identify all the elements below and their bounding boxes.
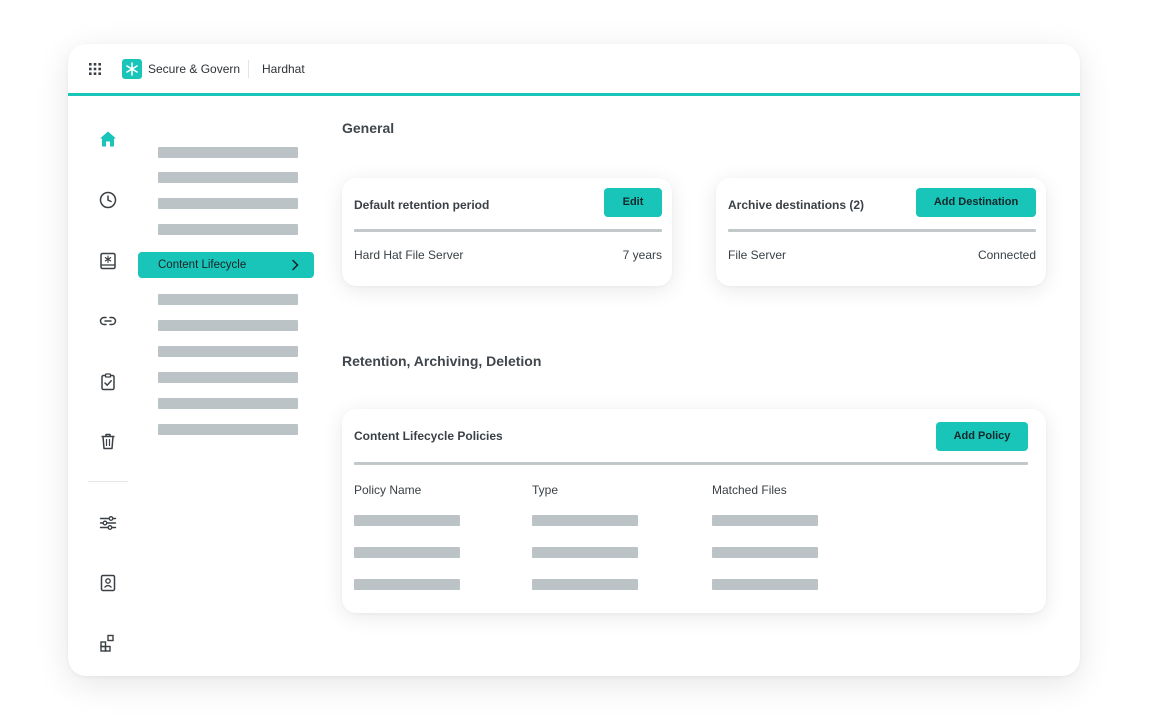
nav-item-placeholder[interactable] <box>158 398 298 409</box>
nav-item-placeholder[interactable] <box>158 224 298 235</box>
nav-item-placeholder[interactable] <box>158 172 298 183</box>
section-title-retention: Retention, Archiving, Deletion <box>342 353 542 369</box>
cell-placeholder <box>354 579 460 590</box>
repository-icon[interactable] <box>97 250 119 272</box>
card-title: Content Lifecycle Policies <box>354 429 503 443</box>
cell-placeholder <box>712 515 818 526</box>
cell-placeholder <box>532 547 638 558</box>
brand-logo-icon <box>122 59 142 79</box>
chevron-right-icon <box>292 259 299 271</box>
card-divider <box>354 229 662 232</box>
nav-item-placeholder[interactable] <box>158 147 298 158</box>
org-name[interactable]: Hardhat <box>262 62 305 76</box>
edit-button[interactable]: Edit <box>604 188 662 217</box>
cell-placeholder <box>354 547 460 558</box>
add-policy-button[interactable]: Add Policy <box>936 422 1028 451</box>
card-title: Archive destinations (2) <box>728 198 865 212</box>
column-header-type[interactable]: Type <box>532 483 558 497</box>
cell-placeholder <box>354 515 460 526</box>
clipboard-check-icon[interactable] <box>97 371 119 393</box>
cell-placeholder <box>532 515 638 526</box>
rail-divider <box>88 481 128 482</box>
nav-item-placeholder[interactable] <box>158 320 298 331</box>
nav-item-placeholder[interactable] <box>158 294 298 305</box>
cell-placeholder <box>712 579 818 590</box>
retention-period: 7 years <box>622 248 662 262</box>
link-icon[interactable] <box>97 310 119 332</box>
retention-source: Hard Hat File Server <box>354 248 464 262</box>
archive-destinations-card: Archive destinations (2) Add Destination… <box>716 178 1046 286</box>
section-title-general: General <box>342 120 395 136</box>
sliders-icon[interactable] <box>97 512 119 534</box>
column-header-matched-files[interactable]: Matched Files <box>712 483 787 497</box>
history-icon[interactable] <box>97 189 119 211</box>
trash-icon[interactable] <box>97 430 119 452</box>
app-window: Secure & Govern Hardhat Content Lifecycl… <box>68 44 1080 676</box>
card-divider <box>354 462 1028 465</box>
document-user-icon[interactable] <box>97 572 119 594</box>
nav-item-placeholder[interactable] <box>158 198 298 209</box>
top-bar: Secure & Govern Hardhat <box>68 44 1080 96</box>
nav-item-placeholder[interactable] <box>158 372 298 383</box>
cell-placeholder <box>532 579 638 590</box>
cell-placeholder <box>712 547 818 558</box>
app-grid-icon[interactable] <box>89 63 101 75</box>
column-header-policy-name[interactable]: Policy Name <box>354 483 421 497</box>
nav-item-label: Content Lifecycle <box>158 259 247 271</box>
header-divider <box>248 60 249 78</box>
retention-card: Default retention period Edit Hard Hat F… <box>342 178 672 286</box>
apps-icon[interactable] <box>97 632 119 654</box>
brand-name: Secure & Govern <box>148 62 241 76</box>
nav-item-placeholder[interactable] <box>158 424 298 435</box>
card-title: Default retention period <box>354 198 490 212</box>
nav-item-content-lifecycle[interactable]: Content Lifecycle <box>138 252 314 278</box>
card-divider <box>728 229 1036 232</box>
policies-card: Content Lifecycle Policies Add Policy Po… <box>342 409 1046 613</box>
destination-status: Connected <box>977 248 1036 262</box>
add-destination-button[interactable]: Add Destination <box>916 188 1036 217</box>
destination-name: File Server <box>728 248 787 262</box>
nav-item-placeholder[interactable] <box>158 346 298 357</box>
home-icon[interactable] <box>97 128 119 150</box>
